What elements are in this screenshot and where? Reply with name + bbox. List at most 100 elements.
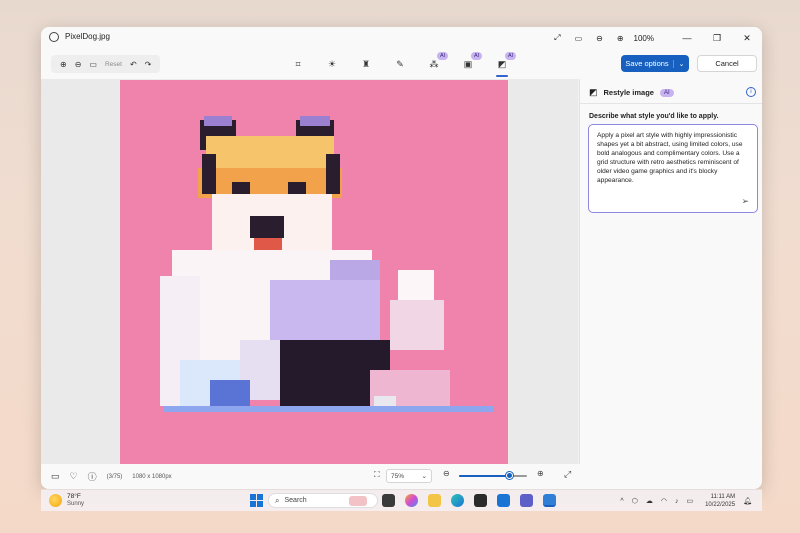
photos-app-window: PixelDog.jpg ⤢ ▭ ⊖ ⊕ 100% — ❐ ✕ ⊕ ⊖ ▭ Re… [41,27,762,489]
ai-badge: AI [659,88,674,97]
cancel-button[interactable]: Cancel [697,55,757,72]
crop-tool[interactable]: ⌗ [281,56,315,72]
save-options-label: Save options [625,59,669,68]
panel-header: ◩ Restyle image AI [589,87,674,98]
zoom-value: 75% [391,472,405,480]
edit-tools: ⌗ ☀ ♜ ✎ ⁂ AI ▣ AI ◩ AI [281,52,519,77]
system-tray: ^ ⬡ ☁ ◠ ♪ ▭ 11:11 AM 10/22/2025 🔔︎ [612,490,752,512]
zoom-dropdown[interactable]: 75% ⌄ [386,469,432,483]
prompt-label: Describe what style you'd like to apply. [589,113,719,120]
zoom-slider[interactable] [459,472,527,479]
photos-app-icon [49,32,59,42]
window-title: PixelDog.jpg [65,32,110,41]
zoom-level[interactable]: 100% [634,34,654,43]
cloud-icon[interactable]: ☁ [646,497,653,505]
notification-bell-icon[interactable]: 🔔︎ [743,497,752,505]
background-icon: ▣ [463,58,473,69]
actual-size-icon[interactable]: ▭ [89,60,97,69]
background-tool[interactable]: ▣ AI [451,52,485,72]
windows-taskbar: 78°F Sunny ⌕ Search ^ ⬡ ☁ ◠ ♪ ▭ 11:11 AM… [41,489,762,511]
window-controls: — ❐ ✕ [672,33,762,44]
image-index: (3/75) [106,473,123,480]
restyle-icon: ◩ [589,87,598,97]
divider [580,103,762,104]
outlook-icon[interactable] [497,494,510,507]
network-icon[interactable]: ⬡ [632,497,638,505]
expand-icon[interactable]: ⤢ [564,469,571,480]
image-canvas [41,79,578,464]
pen-icon: ✎ [396,58,404,69]
zoom-out-icon[interactable]: ⊖ [596,34,603,43]
adjust-tool[interactable]: ☀ [315,56,349,72]
info-icon[interactable]: ⓘ [88,470,97,483]
maximize-button[interactable]: ❐ [702,33,732,44]
file-explorer-icon[interactable] [428,494,441,507]
save-options-button[interactable]: Save options ⌄ [621,55,689,72]
reset-button[interactable]: Reset [105,61,122,68]
zoom-in-tool-icon[interactable]: ⊕ [60,60,67,69]
fit-to-window-icon[interactable]: ⛶ [374,470,380,480]
zoom-in-icon[interactable]: ⊕ [617,34,624,43]
markup-tool[interactable]: ✎ [383,56,417,72]
search-icon: ⌕ [275,495,280,505]
search-highlight-icon [349,496,367,506]
restyle-tool[interactable]: ◩ AI [485,52,519,77]
volume-icon[interactable]: ♪ [675,498,679,505]
clock-time: 11:11 AM [710,494,736,500]
chevron-up-icon[interactable]: ^ [620,498,623,505]
taskbar-search[interactable]: ⌕ Search [268,493,378,508]
sun-icon[interactable] [49,494,62,507]
zoom-out-icon[interactable]: ⊖ [443,469,450,478]
ai-badge: AI [505,52,517,60]
erase-tool[interactable]: ⁂ AI [417,52,451,72]
prompt-text: Apply a pixel art style with highly impr… [597,132,743,184]
weather-description: Sunny [67,501,85,507]
minimize-button[interactable]: — [672,33,702,44]
photos-taskbar-icon[interactable] [543,494,556,507]
pixel-dog-image [120,80,508,464]
send-icon[interactable]: ➢ [741,197,749,206]
fullscreen-icon[interactable]: ⤢ [554,33,560,43]
ai-badge: AI [437,52,449,60]
chevron-down-icon[interactable]: ⌄ [673,59,689,68]
clock-date: 10/22/2025 [705,502,736,508]
pinned-apps [382,494,566,507]
panel-title: Restyle image [603,88,654,97]
chevron-down-icon: ⌄ [421,473,427,480]
task-view-icon[interactable] [382,494,395,507]
crop-icon: ⌗ [295,58,301,69]
restyle-icon: ◩ [497,58,507,69]
battery-icon[interactable]: ▭ [686,497,693,505]
title-bar: PixelDog.jpg ⤢ ▭ ⊖ ⊕ 100% — ❐ ✕ [41,27,762,49]
info-icon[interactable]: i [746,87,756,97]
ai-badge: AI [471,52,483,60]
clock[interactable]: 11:11 AM 10/22/2025 [705,493,735,509]
teams-icon[interactable] [520,494,533,507]
restyle-panel: ◩ Restyle image AI i Describe what style… [579,79,762,464]
zoom-out-tool-icon[interactable]: ⊖ [75,60,82,69]
windows-start-icon[interactable] [250,494,263,507]
filter-tool[interactable]: ♜ [349,56,383,72]
style-prompt-input[interactable]: Apply a pixel art style with highly impr… [588,124,758,213]
weather-temperature[interactable]: 78°F [67,493,81,500]
store-icon[interactable] [474,494,487,507]
zoom-slider-thumb[interactable] [506,472,513,479]
search-placeholder: Search [284,497,307,504]
filter-icon: ♜ [361,58,371,69]
edge-icon[interactable] [451,494,464,507]
copilot-icon[interactable] [405,494,418,507]
pixel-dog-illustration [120,80,508,464]
wifi-icon[interactable]: ◠ [661,497,667,505]
undo-icon[interactable]: ↶ [130,60,137,69]
filmstrip-icon[interactable]: ▭ [51,471,60,482]
status-bar: ▭ ♡ ⓘ (3/75) 1080 x 1080px ⛶ 75% ⌄ ⊖ ⊕ ⤢ [41,464,762,489]
edit-toolbar: ⊕ ⊖ ▭ Reset ↶ ↷ ⌗ ☀ ♜ ✎ ⁂ AI ▣ AI ◩ AI Save… [41,49,762,79]
favorite-heart-icon[interactable]: ♡ [70,471,78,482]
compare-icon[interactable]: ▭ [575,34,583,43]
close-button[interactable]: ✕ [732,33,762,44]
redo-icon[interactable]: ↷ [145,60,152,69]
title-bar-controls: ⤢ ▭ ⊖ ⊕ 100% — ❐ ✕ [540,27,762,49]
image-dimensions: 1080 x 1080px [132,473,172,480]
zoom-in-icon[interactable]: ⊕ [537,469,544,478]
generative-erase-icon: ⁂ [429,58,439,69]
